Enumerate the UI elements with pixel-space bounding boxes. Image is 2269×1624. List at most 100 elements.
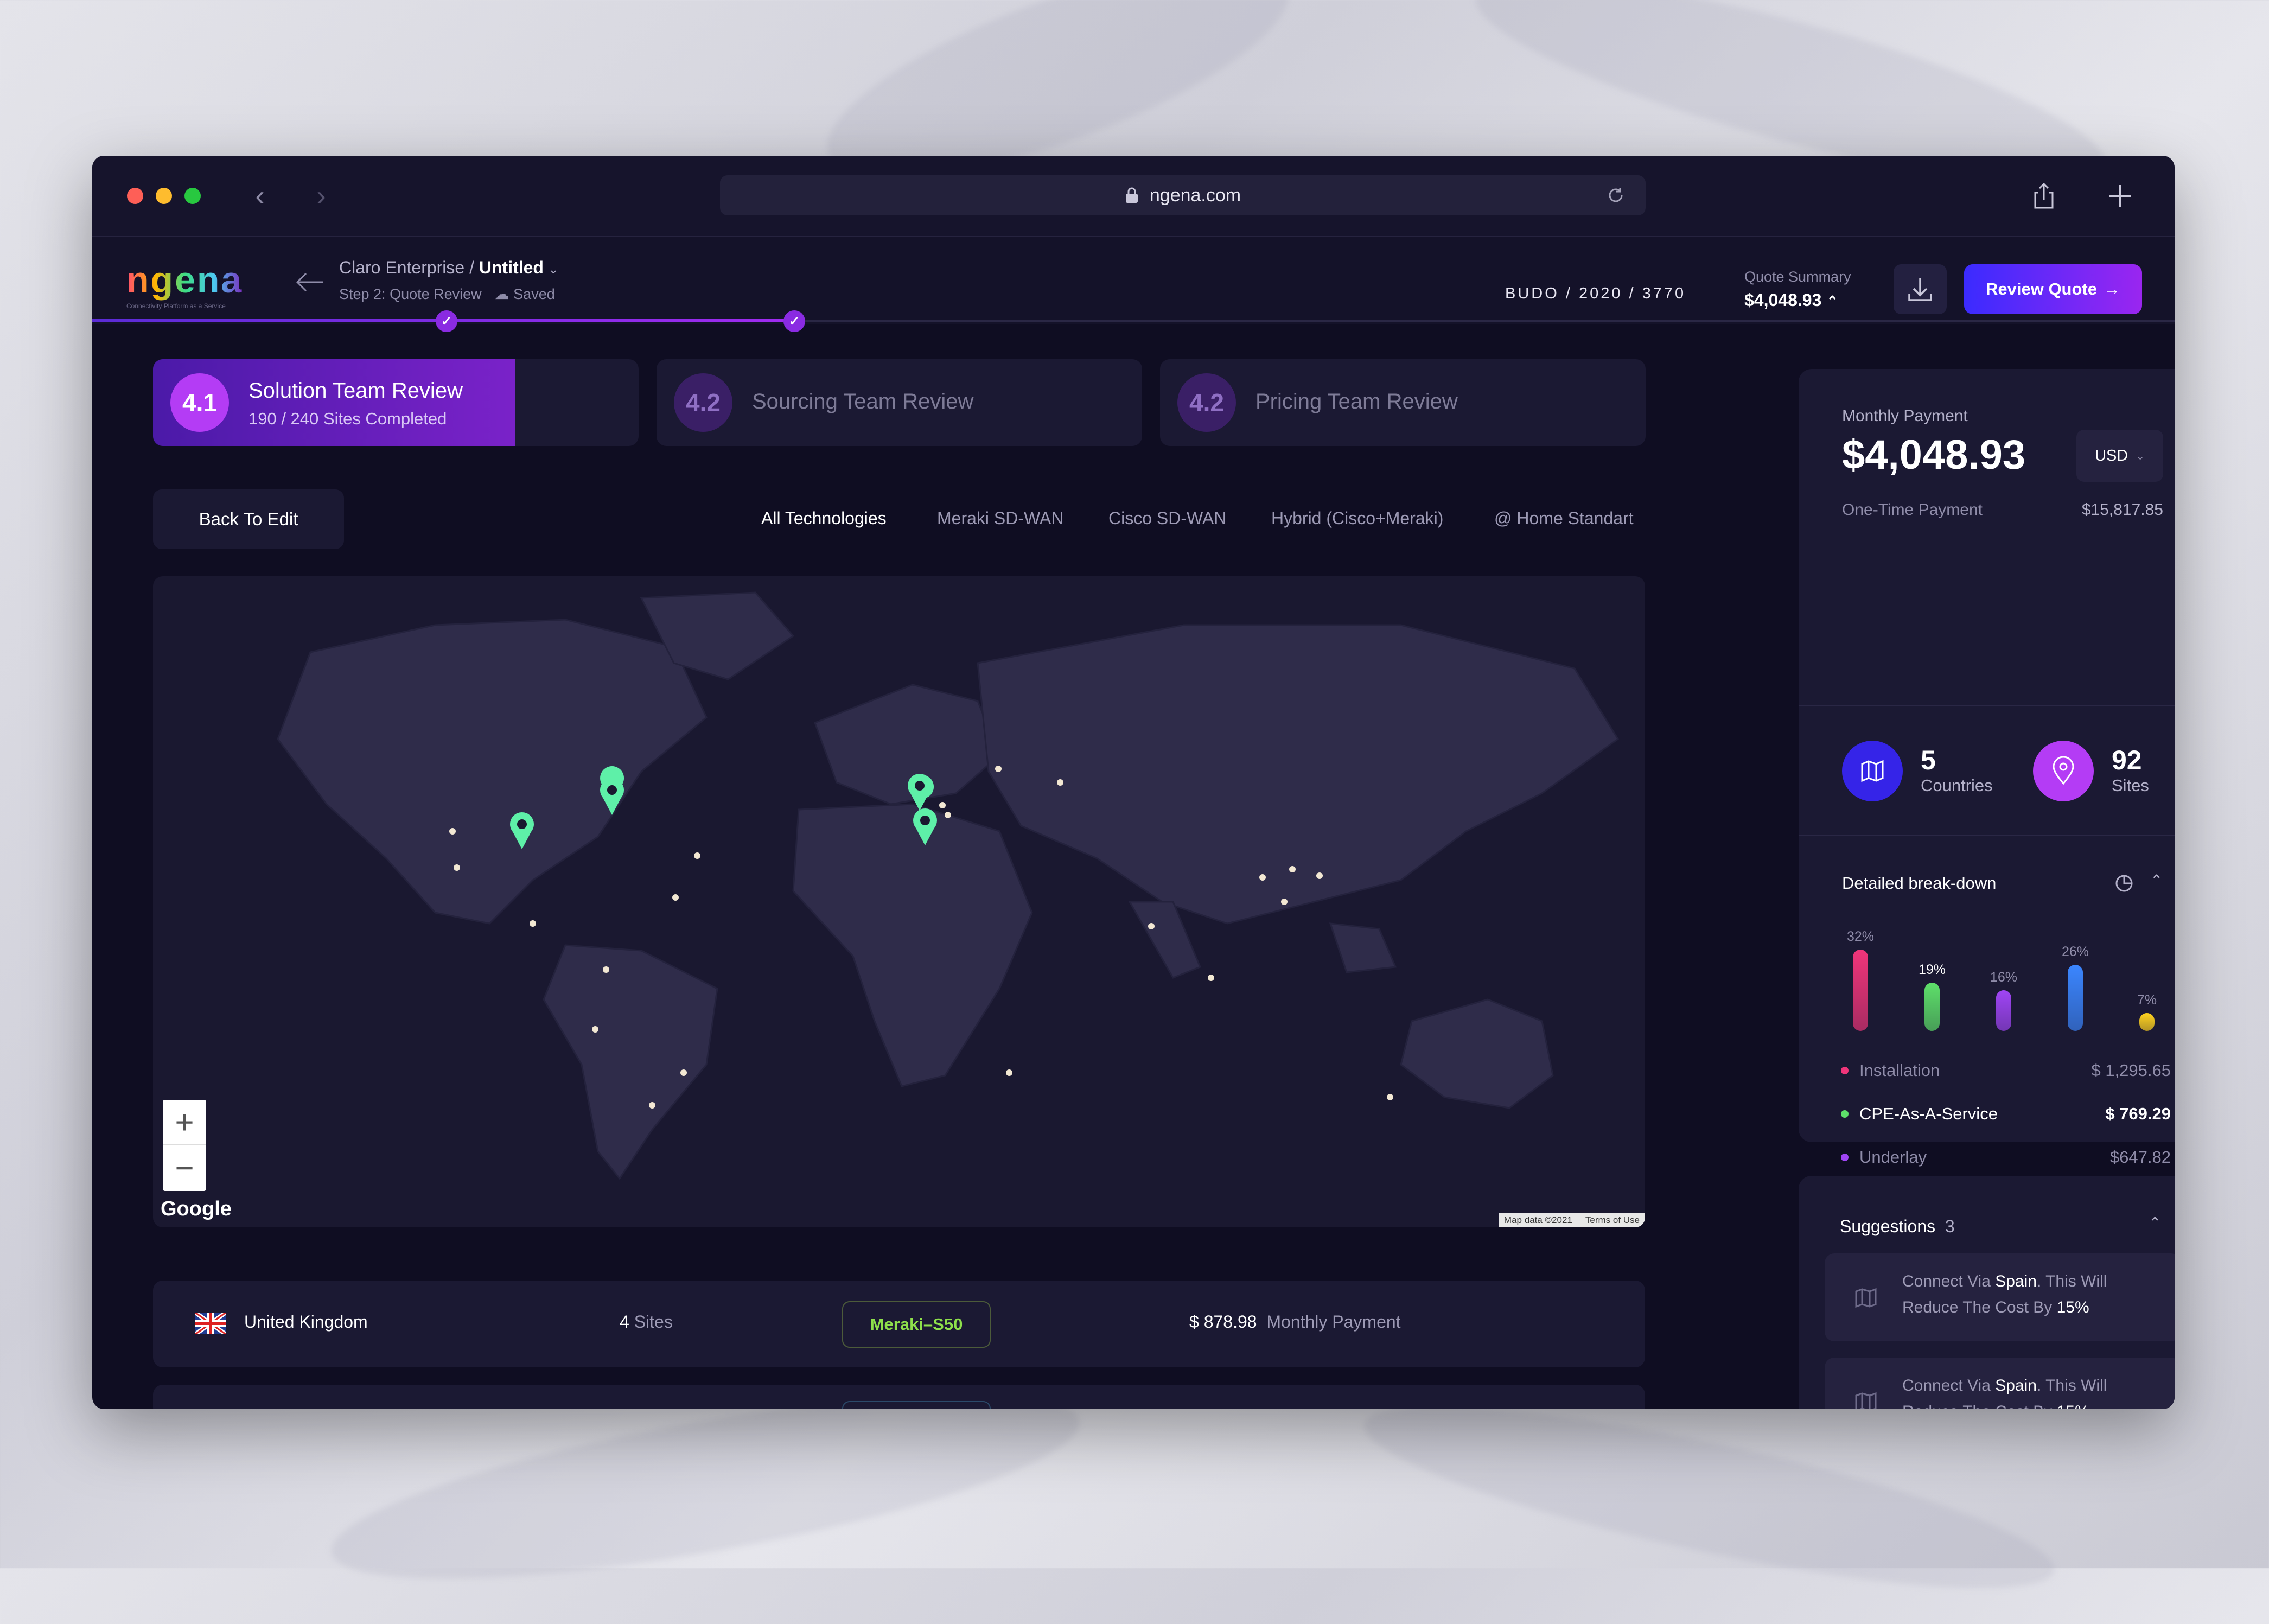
filter-hybrid[interactable]: Hybrid (Cisco+Meraki) bbox=[1271, 508, 1443, 528]
legend-label: CPE-As-A-Service bbox=[1859, 1104, 1998, 1123]
breakdown-bar[interactable] bbox=[1924, 983, 1940, 1031]
breakdown-bar[interactable] bbox=[1853, 950, 1868, 1031]
chevron-up-icon[interactable]: ⌃ bbox=[2150, 871, 2163, 889]
breadcrumb-separator: / bbox=[469, 258, 474, 277]
arrow-right-icon: → bbox=[2104, 279, 2120, 298]
app-header: ngena Connectivity Platform as a Service… bbox=[92, 237, 2175, 324]
legend-amount: $ 1,295.65 bbox=[2091, 1061, 2171, 1080]
filter-home-standart[interactable]: @ Home Standart bbox=[1494, 508, 1634, 528]
device-badge bbox=[842, 1401, 991, 1409]
new-tab-icon[interactable] bbox=[2102, 179, 2137, 213]
breakdown-title: Detailed break-down bbox=[1842, 874, 1997, 893]
ngena-logo[interactable]: ngena bbox=[126, 259, 243, 301]
map-icon bbox=[1855, 1392, 1877, 1409]
close-window-button[interactable] bbox=[127, 188, 143, 204]
pie-chart-icon[interactable] bbox=[2114, 874, 2134, 893]
map-attribution: Map data ©2021 Terms of Use bbox=[1498, 1213, 1645, 1227]
map-canvas bbox=[277, 591, 1620, 1180]
minimize-window-button[interactable] bbox=[156, 188, 172, 204]
site-country: United Kingdom bbox=[244, 1312, 368, 1332]
countries-count: 5 bbox=[1921, 745, 1936, 775]
terms-of-use-link[interactable]: Terms of Use bbox=[1585, 1215, 1640, 1226]
breadcrumb[interactable]: Claro Enterprise / Untitled ⌄ bbox=[339, 258, 558, 278]
suggestion-card[interactable]: Connect Via Spain. This Will Reduce The … bbox=[1825, 1253, 2175, 1341]
back-arrow-icon[interactable] bbox=[293, 269, 326, 296]
tab-pricing-team-review[interactable]: 4.2 Pricing Team Review bbox=[1160, 359, 1646, 446]
browser-back-icon[interactable]: ‹ bbox=[246, 181, 273, 211]
progress-checkpoint-icon: ✓ bbox=[436, 310, 457, 332]
monthly-payment-value: $4,048.93 bbox=[1842, 432, 2026, 478]
tab-number-badge: 4.1 bbox=[170, 373, 229, 432]
monthly-payment-label: Monthly Payment bbox=[1842, 407, 1968, 425]
saved-status: ☁ Saved bbox=[494, 286, 555, 302]
quote-code: BUDO / 2020 / 3770 bbox=[1505, 285, 1686, 302]
divider bbox=[1799, 835, 2175, 836]
browser-forward-icon[interactable]: › bbox=[308, 181, 335, 211]
cloud-icon: ☁ bbox=[494, 286, 509, 302]
suggestion-text: Connect Via Spain. This Will Reduce The … bbox=[1902, 1377, 2107, 1409]
reload-icon[interactable] bbox=[1605, 185, 1626, 206]
sites-label: Sites bbox=[2112, 776, 2149, 795]
legend-label: Underlay bbox=[1859, 1148, 1927, 1167]
chevron-down-icon: ⌄ bbox=[548, 263, 559, 276]
map-data-text: Map data ©2021 bbox=[1503, 1215, 1572, 1225]
tab-sourcing-team-review[interactable]: 4.2 Sourcing Team Review bbox=[657, 359, 1142, 446]
breadcrumb-company: Claro Enterprise bbox=[339, 258, 465, 277]
breadcrumb-document: Untitled bbox=[479, 258, 544, 277]
device-badge[interactable]: Meraki–S50 bbox=[842, 1301, 991, 1348]
uk-flag-icon bbox=[195, 1313, 226, 1334]
sites-count: 92 bbox=[2112, 745, 2142, 775]
review-quote-label: Review Quote bbox=[1986, 279, 2097, 298]
filter-meraki-sd-wan[interactable]: Meraki SD-WAN bbox=[937, 508, 1063, 528]
review-quote-button[interactable]: Review Quote → bbox=[1964, 264, 2142, 314]
currency-select[interactable]: USD ⌄ bbox=[2076, 430, 2163, 482]
breakdown-bar-label: 19% bbox=[1918, 962, 1946, 977]
currency-value: USD bbox=[2095, 447, 2128, 464]
world-map[interactable]: + − Google Map data ©2021 Terms of Use bbox=[153, 576, 1645, 1227]
breakdown-bar[interactable] bbox=[2139, 1013, 2155, 1031]
breakdown-bar[interactable] bbox=[1996, 990, 2011, 1031]
filter-all-technologies[interactable]: All Technologies bbox=[761, 508, 887, 528]
step-indicator: Step 2: Quote Review ☁ Saved bbox=[339, 286, 555, 303]
back-to-edit-button[interactable]: Back To Edit bbox=[153, 489, 344, 549]
one-time-payment-label: One-Time Payment bbox=[1842, 501, 1983, 519]
tab-title: Solution Team Review bbox=[248, 379, 463, 403]
step-label: Step 2: Quote Review bbox=[339, 286, 482, 302]
location-pin-icon bbox=[2053, 756, 2074, 785]
tab-subtitle: 190 / 240 Sites Completed bbox=[248, 409, 447, 428]
quote-summary-value[interactable]: $4,048.93 ⌃ bbox=[1744, 290, 1838, 310]
breakdown-bar-label: 26% bbox=[2061, 944, 2089, 959]
filter-cisco-sd-wan[interactable]: Cisco SD-WAN bbox=[1108, 508, 1226, 528]
quote-summary-label: Quote Summary bbox=[1744, 269, 1851, 285]
logo-tagline: Connectivity Platform as a Service bbox=[126, 302, 226, 310]
suggestions-count: 3 bbox=[1945, 1217, 1955, 1236]
share-icon[interactable] bbox=[2026, 179, 2061, 213]
legend-dot bbox=[1841, 1110, 1849, 1118]
map-icon bbox=[1861, 760, 1884, 782]
legend-label: Installation bbox=[1859, 1061, 1940, 1080]
breakdown-bar[interactable] bbox=[2068, 965, 2083, 1031]
site-row[interactable] bbox=[153, 1385, 1645, 1409]
chevron-up-icon[interactable]: ⌃ bbox=[2149, 1214, 2161, 1232]
site-monthly-payment: $ 878.98 Monthly Payment bbox=[1189, 1312, 1401, 1332]
zoom-in-button[interactable]: + bbox=[163, 1100, 206, 1144]
suggestion-card[interactable]: Connect Via Spain. This Will Reduce The … bbox=[1825, 1358, 2175, 1409]
address-bar[interactable]: ngena.com bbox=[720, 175, 1646, 215]
tab-title: Pricing Team Review bbox=[1255, 390, 1458, 413]
breakdown-bar-label: 32% bbox=[1846, 929, 1875, 944]
site-row[interactable]: United Kingdom 4 Sites Meraki–S50 $ 878.… bbox=[153, 1281, 1645, 1367]
countries-label: Countries bbox=[1921, 776, 1993, 795]
sites-badge bbox=[2033, 741, 2094, 801]
download-icon bbox=[1908, 278, 1932, 301]
chevron-up-icon: ⌃ bbox=[1826, 293, 1839, 309]
maximize-window-button[interactable] bbox=[184, 188, 201, 204]
breakdown-bar-label: 16% bbox=[1990, 970, 2018, 985]
browser-toolbar: ‹ › ngena.com bbox=[92, 156, 2175, 237]
progress-checkpoint-icon: ✓ bbox=[783, 310, 805, 332]
map-icon bbox=[1855, 1288, 1877, 1308]
download-button[interactable] bbox=[1894, 264, 1947, 314]
tab-solution-team-review[interactable]: 4.1 Solution Team Review 190 / 240 Sites… bbox=[153, 359, 639, 446]
suggestion-text: Connect Via Spain. This Will Reduce The … bbox=[1902, 1272, 2107, 1316]
zoom-out-button[interactable]: − bbox=[163, 1144, 206, 1190]
legend-dot bbox=[1841, 1154, 1849, 1161]
